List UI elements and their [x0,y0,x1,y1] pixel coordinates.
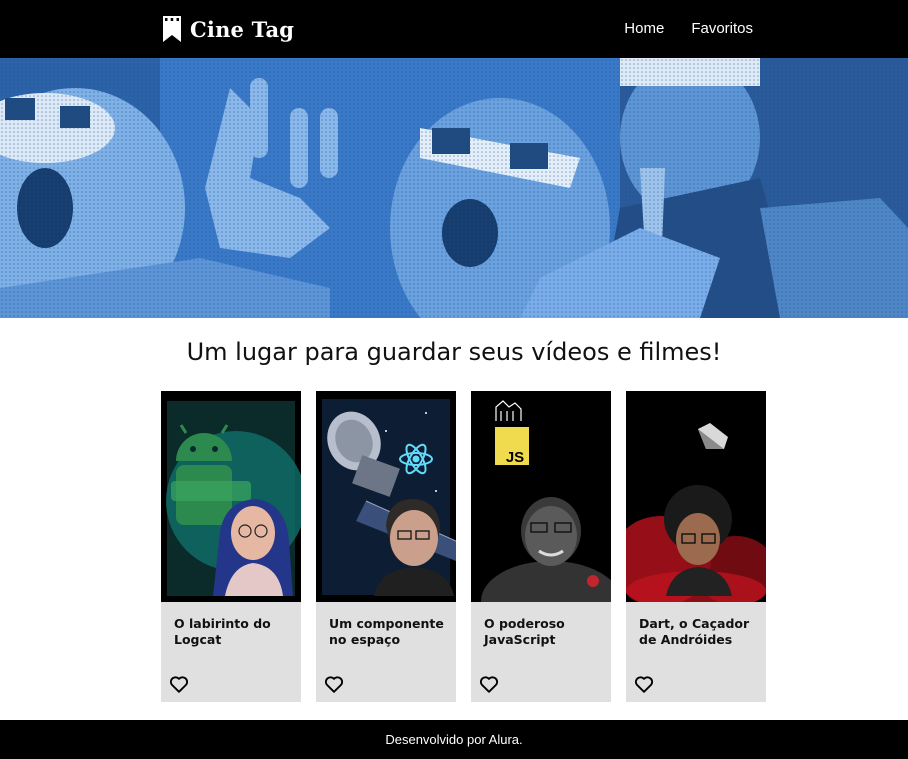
heart-outline-icon[interactable] [168,673,190,695]
heart-outline-icon[interactable] [633,673,655,695]
banner-image [0,58,908,318]
bookmark-film-icon [163,16,181,42]
video-title: Dart, o Caçador de Andróides [639,616,750,647]
video-card[interactable]: Dart, o Caçador de Andróides [626,391,766,702]
nav-link-home[interactable]: Home [624,20,664,37]
page-title: Um lugar para guardar seus vídeos e film… [186,338,722,366]
footer-text: Desenvolvido por Alura. [385,732,523,747]
video-thumbnail [161,391,301,602]
video-card[interactable]: Um componente no espaço [316,391,456,702]
video-card-list: O labirinto do Logcat Um componente no e… [161,391,766,702]
footer: Desenvolvido por Alura. [0,720,908,759]
video-title: O poderoso JavaScript [484,616,565,647]
video-title: O labirinto do Logcat [174,616,271,647]
logo[interactable]: Cine Tag [162,15,294,43]
video-thumbnail [626,391,766,602]
js-badge-text: JS [506,449,524,466]
video-card[interactable]: O labirinto do Logcat [161,391,301,702]
video-card[interactable]: JS O poderoso JavaScript [471,391,611,702]
hero-banner [0,58,908,318]
video-thumbnail: JS [471,391,611,602]
heart-outline-icon[interactable] [478,673,500,695]
video-title: Um componente no espaço [329,616,444,647]
nav-link-favoritos[interactable]: Favoritos [691,20,753,37]
video-thumbnail [316,391,456,602]
main-nav: Home Favoritos [624,20,753,37]
logo-text: Cine Tag [190,16,295,42]
heart-outline-icon[interactable] [323,673,345,695]
header: Cine Tag Home Favoritos [0,0,908,58]
